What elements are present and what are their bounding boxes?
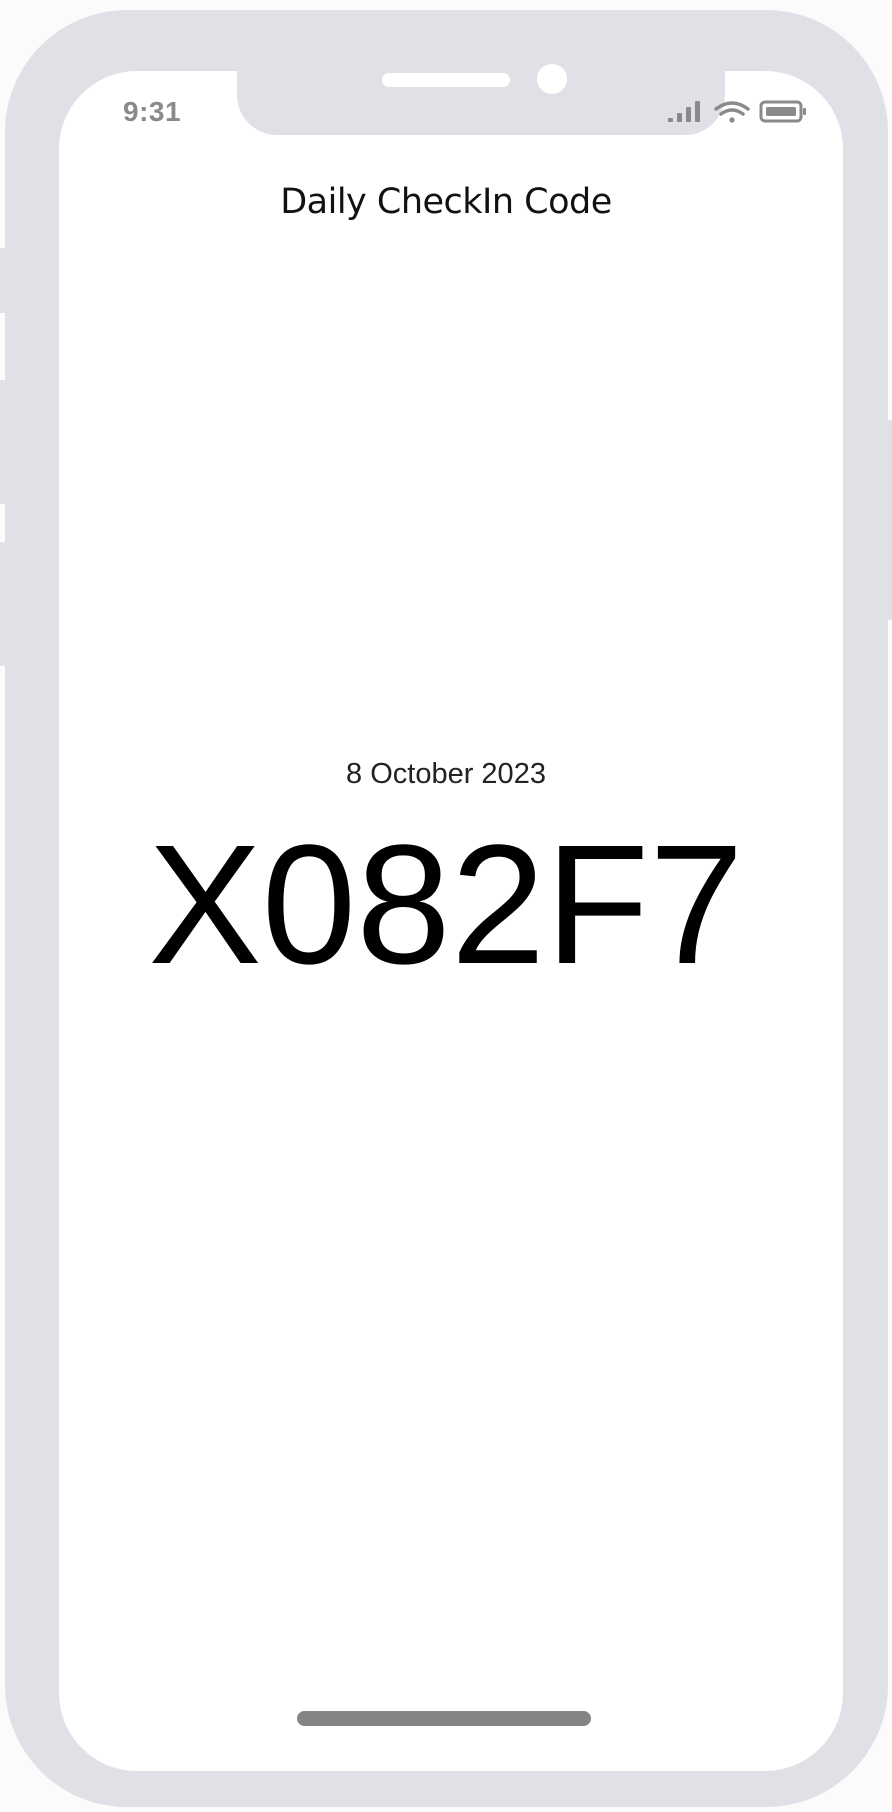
device-stage: 9:31 Daily CheckIn Code 8 October 2023 X…: [0, 0, 892, 1812]
home-indicator[interactable]: [297, 1711, 591, 1726]
checkin-date: 8 October 2023: [346, 758, 546, 790]
wifi-icon: [714, 101, 750, 123]
status-icons: [666, 98, 808, 126]
status-time: 9:31: [123, 96, 182, 127]
checkin-code: X082F7: [148, 810, 744, 1000]
page-title: Daily CheckIn Code: [280, 182, 612, 222]
front-camera: [537, 64, 567, 94]
speaker-grille: [382, 73, 510, 87]
signal-icon: [668, 101, 700, 122]
battery-icon: [759, 100, 806, 123]
